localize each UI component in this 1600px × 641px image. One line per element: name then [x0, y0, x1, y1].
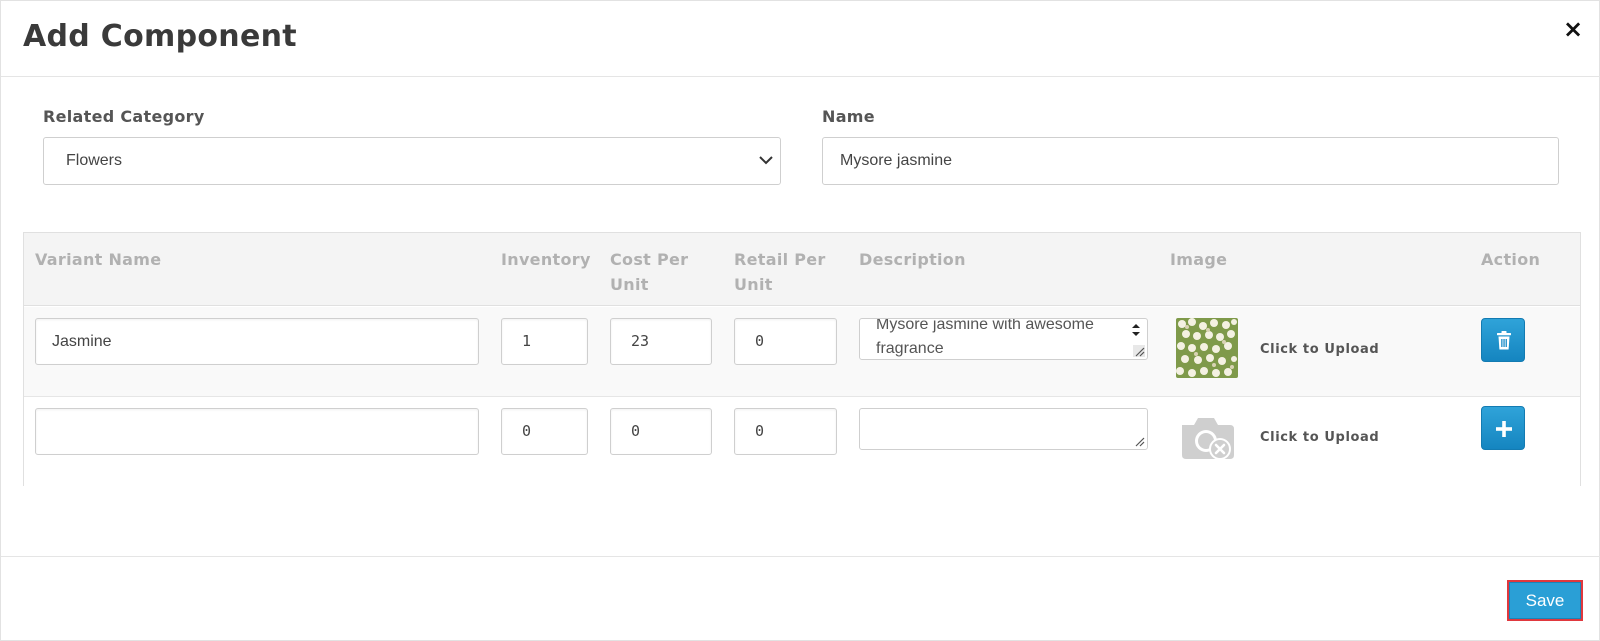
- header-cost-per-unit: Cost Per Unit: [610, 247, 688, 297]
- name-value: Mysore jasmine: [840, 152, 953, 169]
- modal-title: Add Component: [23, 19, 297, 54]
- description-textarea[interactable]: [859, 408, 1148, 450]
- header-retail-line2: Unit: [734, 275, 773, 294]
- add-component-modal: Add Component × Related Category Flowers…: [0, 0, 1600, 641]
- inventory-input[interactable]: 1: [501, 318, 588, 365]
- resize-grip-icon[interactable]: [1133, 435, 1145, 447]
- name-label: Name: [822, 107, 875, 126]
- chevron-down-icon: [759, 156, 773, 165]
- inventory-input[interactable]: 0: [501, 408, 588, 455]
- upload-link[interactable]: Click to Upload: [1260, 430, 1379, 445]
- jasmine-image: [1176, 318, 1238, 378]
- variants-table: Variant Name Inventory Cost Per Unit Ret…: [23, 232, 1581, 487]
- header-description: Description: [859, 250, 966, 269]
- cost-per-unit-input[interactable]: 23: [610, 318, 712, 365]
- resize-grip-icon[interactable]: [1133, 345, 1145, 357]
- header-variant-name: Variant Name: [35, 250, 162, 269]
- modal-footer-divider: [1, 556, 1600, 557]
- category-value: Flowers: [66, 152, 123, 169]
- upload-link[interactable]: Click to Upload: [1260, 342, 1379, 357]
- category-label: Related Category: [43, 107, 205, 126]
- cost-per-unit-input[interactable]: 0: [610, 408, 712, 455]
- header-action: Action: [1481, 250, 1541, 269]
- save-button[interactable]: Save: [1507, 580, 1583, 621]
- variant-name-input[interactable]: Jasmine: [35, 318, 479, 365]
- retail-per-unit-input[interactable]: 0: [734, 318, 837, 365]
- delete-row-button[interactable]: [1481, 318, 1525, 362]
- plus-icon: [1496, 421, 1512, 437]
- table-header: Variant Name Inventory Cost Per Unit Ret…: [24, 233, 1580, 306]
- table-row: 0 0 0 Click to Upload: [24, 397, 1580, 487]
- modal-header: Add Component ×: [1, 1, 1600, 77]
- add-row-button[interactable]: [1481, 406, 1525, 450]
- description-text: Mysore jasmine with awesome fragrance: [876, 318, 1094, 357]
- header-image: Image: [1170, 250, 1228, 269]
- close-icon[interactable]: ×: [1561, 15, 1585, 43]
- retail-per-unit-input[interactable]: 0: [734, 408, 837, 455]
- camera-remove-glyph: [1182, 418, 1234, 460]
- header-inventory: Inventory: [501, 250, 591, 269]
- scroll-arrows-icon[interactable]: [1127, 321, 1145, 339]
- header-retail-line1: Retail Per: [734, 250, 826, 269]
- header-cost-line2: Unit: [610, 275, 649, 294]
- name-input[interactable]: Mysore jasmine: [822, 137, 1559, 185]
- header-cost-line1: Cost Per: [610, 250, 689, 269]
- description-textarea[interactable]: Mysore jasmine with awesome fragrance: [859, 318, 1148, 360]
- camera-remove-icon[interactable]: [1176, 411, 1238, 471]
- trash-icon: [1497, 331, 1511, 350]
- header-retail-per-unit: Retail Per Unit: [734, 247, 826, 297]
- variant-name-input[interactable]: [35, 408, 479, 455]
- table-row: Jasmine 1 23 0 Mysore jasmine with aweso…: [24, 307, 1580, 397]
- category-select[interactable]: Flowers: [43, 137, 781, 185]
- jasmine-thumbnail[interactable]: [1176, 318, 1238, 378]
